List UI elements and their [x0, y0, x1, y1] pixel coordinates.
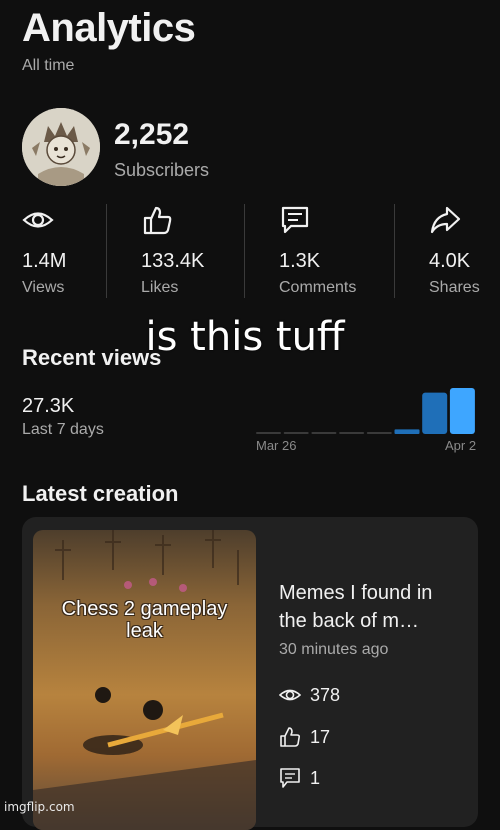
- recent-views-value: 27.3K: [22, 395, 75, 417]
- page-title: Analytics: [22, 6, 196, 50]
- stat-label: Shares: [429, 279, 480, 296]
- video-title[interactable]: Memes I found in the back of m…: [279, 579, 464, 635]
- thumbs-up-icon: [280, 727, 301, 747]
- subscriber-count: 2,252: [114, 118, 190, 151]
- avatar-drawing: [22, 108, 100, 186]
- stat-divider: [394, 204, 395, 298]
- video-time: 30 minutes ago: [279, 641, 389, 658]
- comment-icon: [281, 206, 309, 234]
- eye-icon: [279, 689, 301, 701]
- chart-bar-apr-1: [422, 392, 448, 434]
- comment-icon: [280, 768, 300, 788]
- thumbnail-caption-line: Chess 2 gameplay: [61, 598, 228, 620]
- chart-bar-mar-29: [339, 432, 365, 434]
- chart-bar-apr-2: [449, 388, 475, 434]
- x-tick-label-start: Mar 26: [256, 438, 297, 453]
- share-icon: [430, 206, 461, 234]
- chart-bar-mar-26: [256, 432, 281, 434]
- video-likes-count: 17: [310, 727, 331, 747]
- stat-value: 4.0K: [429, 250, 471, 272]
- subscriber-label: Subscribers: [114, 160, 210, 180]
- recent-views-period: Last 7 days: [22, 421, 104, 438]
- stat-value: 1.4M: [22, 250, 67, 272]
- chart-bar-mar-28: [311, 432, 337, 434]
- period-label[interactable]: All time: [22, 57, 74, 75]
- thumbnail-caption: Chess 2 gameplay leak: [33, 598, 256, 642]
- chart-bar-mar-30: [366, 432, 392, 434]
- video-thumbnail[interactable]: Chess 2 gameplay leak: [33, 530, 256, 830]
- video-views-count: 378: [310, 685, 341, 705]
- stat-label: Comments: [279, 279, 357, 296]
- thumbnail-caption-line: leak: [126, 620, 163, 642]
- x-tick-label-end: Apr 2: [445, 438, 477, 453]
- chart-bar-mar-27: [283, 432, 309, 434]
- stat-divider: [106, 204, 107, 298]
- latest-creation-title: Latest creation: [22, 481, 179, 506]
- recent-views-chart[interactable]: [250, 380, 482, 442]
- thumbnail-scene: [33, 530, 256, 830]
- stat-value: 133.4K: [141, 250, 205, 272]
- channel-avatar[interactable]: [22, 108, 100, 186]
- video-comments-count: 1: [310, 768, 321, 788]
- eye-icon: [22, 212, 54, 228]
- stat-divider: [244, 204, 245, 298]
- chart-bar-mar-31: [394, 429, 420, 434]
- stat-label: Likes: [141, 279, 179, 296]
- stat-label: Views: [22, 279, 65, 296]
- watermark: imgflip.com: [4, 800, 75, 814]
- meme-caption: is this tuff: [145, 314, 345, 360]
- stat-value: 1.3K: [279, 250, 321, 272]
- thumbs-up-icon: [143, 206, 172, 235]
